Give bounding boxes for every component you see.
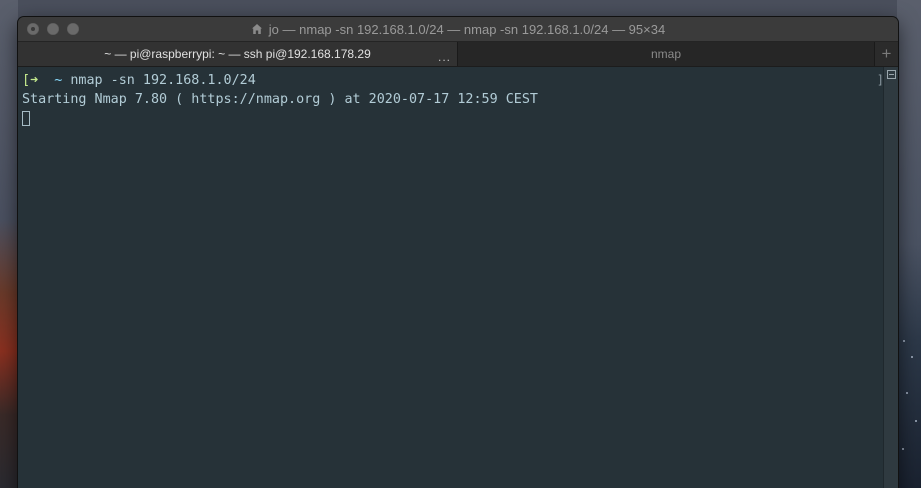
window-title-text: jo — nmap -sn 192.168.1.0/24 — nmap -sn … bbox=[268, 21, 666, 37]
window-controls bbox=[27, 23, 79, 35]
scroll-collapse-icon[interactable] bbox=[886, 70, 896, 79]
minimize-window-button[interactable] bbox=[47, 23, 59, 35]
close-window-button[interactable] bbox=[27, 23, 39, 35]
prompt-directory: ~ bbox=[54, 73, 63, 88]
cursor-line bbox=[22, 109, 898, 128]
prompt-bracket: [ bbox=[22, 73, 31, 88]
window-title: jo — nmap -sn 192.168.1.0/24 — nmap -sn … bbox=[18, 22, 898, 37]
city-light bbox=[903, 340, 905, 342]
tab-nmap[interactable]: nmap bbox=[458, 42, 875, 66]
city-light bbox=[902, 448, 904, 450]
output-line: Starting Nmap 7.80 ( https://nmap.org ) … bbox=[22, 90, 898, 109]
text-cursor bbox=[22, 111, 30, 126]
vertical-scrollbar[interactable] bbox=[883, 67, 898, 488]
city-light bbox=[915, 420, 917, 422]
city-light bbox=[911, 356, 913, 358]
tab-overflow-indicator: ... bbox=[437, 50, 451, 64]
desktop-background-right bbox=[897, 0, 921, 488]
prompt-arrow-icon: ➜ bbox=[30, 73, 39, 88]
nmap-start-output: Starting Nmap 7.80 ( https://nmap.org ) … bbox=[22, 92, 538, 107]
command-line: [➜ ~ nmap -sn 192.168.1.0/24 bbox=[22, 71, 898, 90]
new-tab-button[interactable]: + bbox=[875, 42, 898, 66]
desktop-background-left bbox=[0, 0, 18, 488]
title-bar[interactable]: jo — nmap -sn 192.168.1.0/24 — nmap -sn … bbox=[18, 17, 898, 42]
plus-icon: + bbox=[881, 44, 892, 63]
home-icon bbox=[251, 24, 262, 34]
terminal-content[interactable]: [➜ ~ nmap -sn 192.168.1.0/24 Starting Nm… bbox=[18, 67, 898, 488]
tab-bar: ~ — pi@raspberrypi: ~ — ssh pi@192.168.1… bbox=[18, 42, 898, 67]
tab-ssh-raspberrypi[interactable]: ~ — pi@raspberrypi: ~ — ssh pi@192.168.1… bbox=[18, 42, 458, 66]
tab-label: ~ — pi@raspberrypi: ~ — ssh pi@192.168.1… bbox=[104, 47, 371, 61]
terminal-window: jo — nmap -sn 192.168.1.0/24 — nmap -sn … bbox=[18, 17, 898, 488]
city-light bbox=[906, 392, 908, 394]
tab-label: nmap bbox=[650, 47, 682, 61]
command-text: nmap -sn 192.168.1.0/24 bbox=[70, 73, 256, 88]
zoom-window-button[interactable] bbox=[67, 23, 79, 35]
